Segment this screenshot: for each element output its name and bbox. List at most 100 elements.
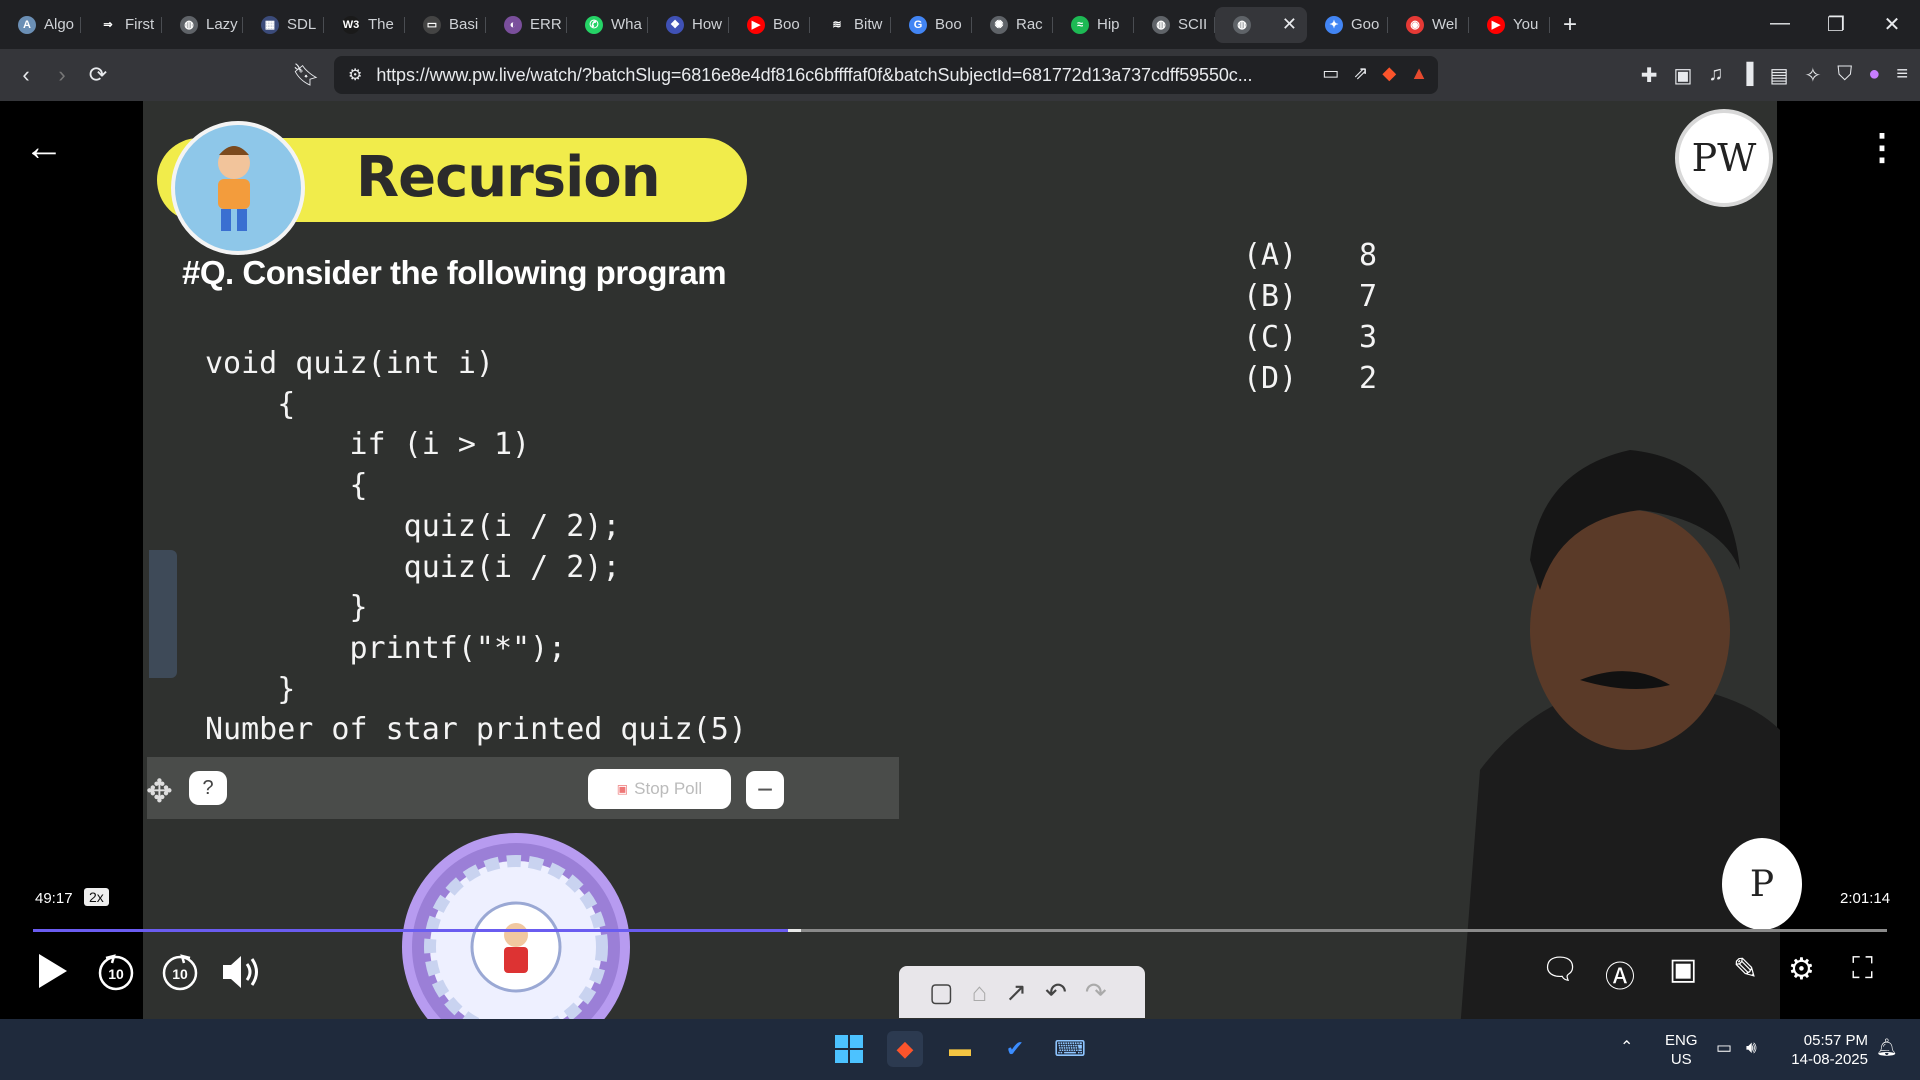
- eraser-icon[interactable]: ⌂: [972, 977, 988, 1008]
- option-value: 8: [1359, 238, 1378, 273]
- browser-tab[interactable]: ◐ ERR: [486, 7, 567, 43]
- volume-icon[interactable]: [221, 952, 263, 1001]
- minimize-icon[interactable]: —: [1752, 12, 1808, 37]
- brave-rewards-icon[interactable]: ▲: [1410, 63, 1428, 84]
- site-settings-icon[interactable]: ⚙: [348, 65, 362, 85]
- notes-icon[interactable]: ✎: [1733, 952, 1758, 987]
- keyboard-icon[interactable]: ⌨: [1052, 1031, 1088, 1067]
- lang-code: ENG: [1665, 1032, 1698, 1049]
- media-icon[interactable]: ♫: [1708, 63, 1723, 88]
- todo-icon[interactable]: ✔: [997, 1031, 1033, 1067]
- playback-speed-badge[interactable]: 2x: [84, 888, 109, 906]
- reload-icon[interactable]: ⟳: [80, 62, 116, 88]
- answer-option: (C) 3: [1243, 317, 1377, 358]
- tab-favicon-icon: ✺: [990, 15, 1008, 34]
- tab-favicon-icon: ◉: [1406, 15, 1424, 34]
- fullscreen-icon[interactable]: ⛶: [1852, 952, 1873, 986]
- move-icon[interactable]: ✥: [146, 772, 173, 810]
- browser-tab[interactable]: ▭ Basi: [405, 7, 486, 43]
- tray-overflow-icon[interactable]: ⌃: [1620, 1038, 1633, 1057]
- cast-icon[interactable]: ▭: [1322, 63, 1339, 84]
- rewind-10-icon[interactable]: 10: [96, 952, 136, 1000]
- forward-icon[interactable]: ›: [44, 62, 80, 88]
- option-key: (C): [1243, 320, 1298, 355]
- url-text[interactable]: https://www.pw.live/watch/?batchSlug=681…: [376, 65, 1316, 86]
- wallet-icon[interactable]: ▤: [1770, 63, 1789, 88]
- tab-favicon-icon: ❖: [666, 15, 684, 34]
- browser-tab[interactable]: ◉ Wel: [1388, 7, 1469, 43]
- browser-tab[interactable]: ▶ You: [1469, 7, 1550, 43]
- extensions-icon[interactable]: ✚: [1641, 63, 1658, 88]
- browser-tab[interactable]: ⇒ First: [81, 7, 162, 43]
- brave-shields-icon[interactable]: ◆: [1382, 63, 1396, 84]
- browser-tab[interactable]: ◍ ✕: [1215, 6, 1307, 43]
- browser-tab[interactable]: A Algo: [0, 7, 81, 43]
- stop-poll-label: Stop Poll: [634, 779, 703, 798]
- browser-tab[interactable]: ≋ Bitw: [810, 7, 891, 43]
- sidebar-icon[interactable]: ▐: [1739, 63, 1753, 88]
- undo-icon[interactable]: ↶: [1045, 977, 1067, 1008]
- browser-tab[interactable]: ◍ Lazy: [162, 7, 243, 43]
- browser-tab[interactable]: G Boo: [891, 7, 972, 43]
- tab-label: First: [125, 16, 155, 33]
- forward-10-icon[interactable]: 10: [160, 952, 200, 1000]
- menu-icon[interactable]: ≡: [1896, 63, 1908, 88]
- new-tab-button[interactable]: +: [1550, 11, 1590, 39]
- share-icon[interactable]: ⇗: [1353, 63, 1368, 84]
- code-line: quiz(i / 2);: [205, 549, 621, 585]
- profile-icon[interactable]: ●: [1868, 63, 1880, 88]
- tab-label: Algo: [44, 16, 75, 33]
- browser-tab[interactable]: W3 The: [324, 7, 405, 43]
- speaker-icon[interactable]: 🔊︎: [1746, 1038, 1757, 1057]
- side-panel-handle[interactable]: [149, 550, 177, 678]
- network-icon[interactable]: ▭: [1716, 1038, 1732, 1057]
- reader-mode-icon[interactable]: ▣: [1673, 63, 1692, 88]
- back-icon[interactable]: ‹: [8, 62, 44, 88]
- clock[interactable]: 05:57 PM 14-08-2025: [1786, 1031, 1868, 1069]
- vpn-icon[interactable]: ⛉: [1837, 63, 1852, 88]
- tab-label: Wel: [1432, 16, 1458, 33]
- chat-icon[interactable]: 🗨︎: [1541, 952, 1579, 987]
- settings-gear-icon[interactable]: ⚙: [1788, 952, 1815, 987]
- poll-bar: [147, 757, 899, 819]
- stop-poll-button[interactable]: ▣ Stop Poll: [588, 769, 731, 809]
- back-arrow-icon[interactable]: ←: [24, 125, 64, 170]
- windows-start-icon[interactable]: [831, 1031, 867, 1067]
- playlist-icon[interactable]: ▣: [1669, 952, 1697, 987]
- play-icon[interactable]: [36, 952, 70, 999]
- browser-tab[interactable]: ✺ Rac: [972, 7, 1053, 43]
- minimize-poll-button[interactable]: −: [746, 771, 784, 809]
- help-bubble-icon[interactable]: ?: [189, 771, 227, 805]
- close-tab-icon[interactable]: ✕: [1282, 14, 1297, 35]
- pen-tool-icon[interactable]: ↗: [1005, 977, 1027, 1008]
- browser-tab[interactable]: ❖ How: [648, 7, 729, 43]
- browser-tab[interactable]: ✆ Wha: [567, 7, 648, 43]
- progress-bar[interactable]: [33, 929, 1887, 932]
- browser-tab[interactable]: ✦ Goo: [1307, 7, 1388, 43]
- browser-tab[interactable]: ▶ Boo: [729, 7, 810, 43]
- file-explorer-icon[interactable]: ▬: [942, 1031, 978, 1067]
- redo-icon[interactable]: ↷: [1085, 977, 1107, 1008]
- browser-tab[interactable]: ≈ Hip: [1053, 7, 1134, 43]
- language-indicator[interactable]: ENG US: [1665, 1031, 1698, 1069]
- address-bar[interactable]: ⚙ https://www.pw.live/watch/?batchSlug=6…: [334, 56, 1438, 94]
- brave-browser-icon[interactable]: ◆: [887, 1031, 923, 1067]
- answer-option: (D) 2: [1243, 358, 1377, 399]
- tab-favicon-icon: G: [909, 15, 927, 34]
- option-key: (B): [1243, 279, 1298, 314]
- option-key: (A): [1243, 238, 1298, 273]
- code-line: void quiz(int i): [205, 346, 494, 381]
- notification-bell-icon[interactable]: 🔔︎: [1876, 1038, 1898, 1057]
- rectangle-tool-icon[interactable]: ▢: [929, 977, 954, 1008]
- code-line: quiz(i / 2);: [205, 508, 621, 544]
- restore-icon[interactable]: ❐: [1808, 12, 1864, 37]
- bookmark-icon[interactable]: 🔖︎: [288, 62, 324, 88]
- more-options-icon[interactable]: ⋮: [1864, 126, 1900, 168]
- leo-ai-icon[interactable]: ✧: [1804, 63, 1821, 88]
- browser-tab[interactable]: ▦ SDL: [243, 7, 324, 43]
- close-window-icon[interactable]: ✕: [1864, 12, 1920, 37]
- translate-icon[interactable]: Ⓐ: [1605, 952, 1635, 996]
- tab-favicon-icon: ◍: [1152, 15, 1170, 34]
- tab-label: Boo: [935, 16, 962, 33]
- browser-tab[interactable]: ◍ SCII: [1134, 7, 1215, 43]
